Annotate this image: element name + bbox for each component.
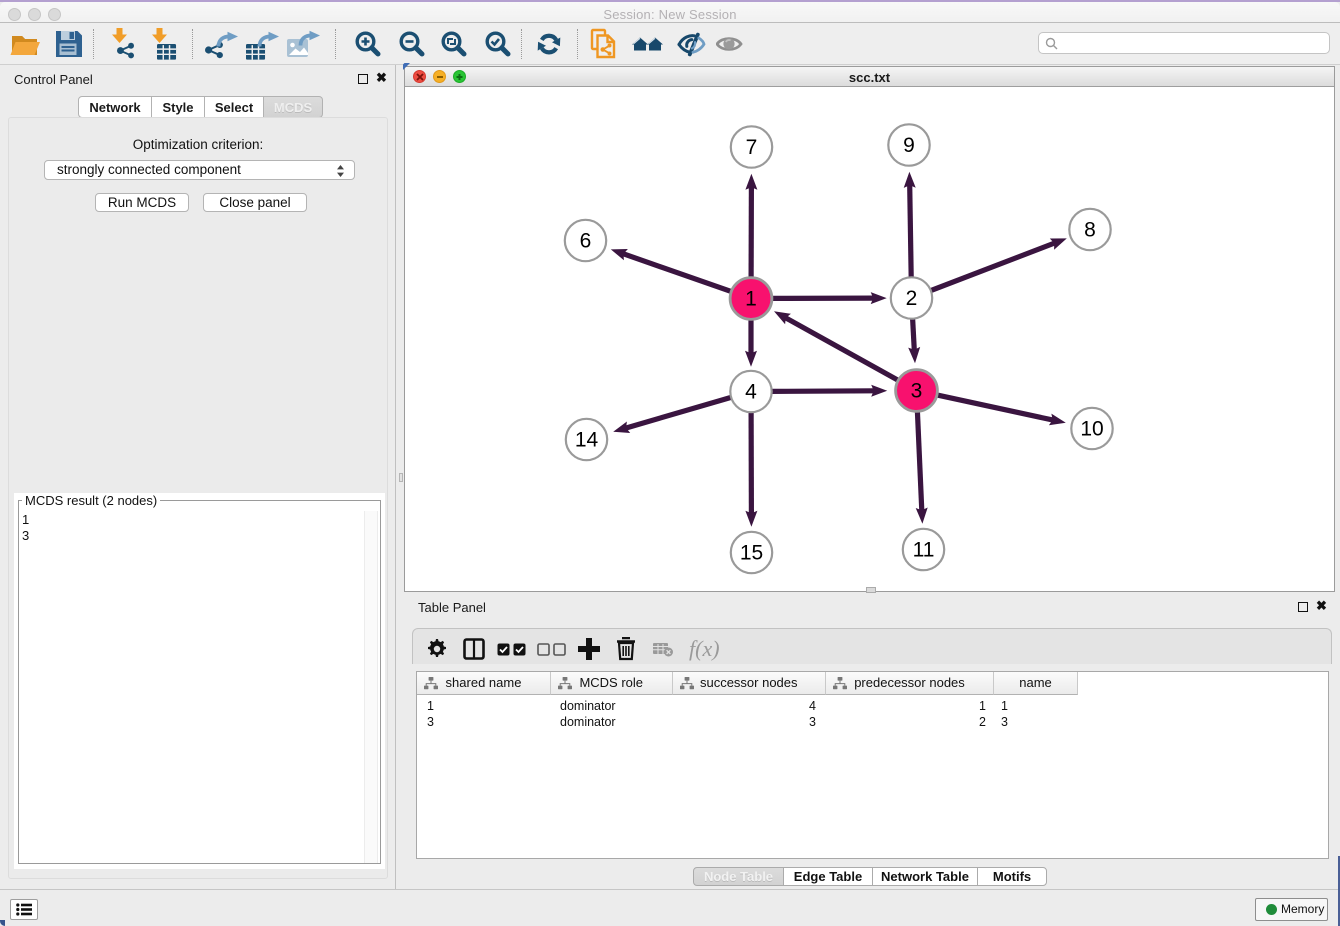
svg-text:6: 6 (580, 230, 592, 253)
svg-text:10: 10 (1080, 418, 1103, 441)
svg-text:3: 3 (911, 380, 923, 403)
svg-text:2: 2 (906, 287, 918, 310)
svg-text:7: 7 (746, 136, 758, 159)
svg-text:15: 15 (740, 542, 763, 565)
svg-text:9: 9 (903, 134, 915, 157)
svg-text:11: 11 (913, 539, 935, 562)
svg-text:4: 4 (745, 381, 757, 404)
svg-text:1: 1 (745, 288, 757, 311)
svg-text:8: 8 (1084, 219, 1096, 242)
svg-text:14: 14 (575, 429, 599, 452)
